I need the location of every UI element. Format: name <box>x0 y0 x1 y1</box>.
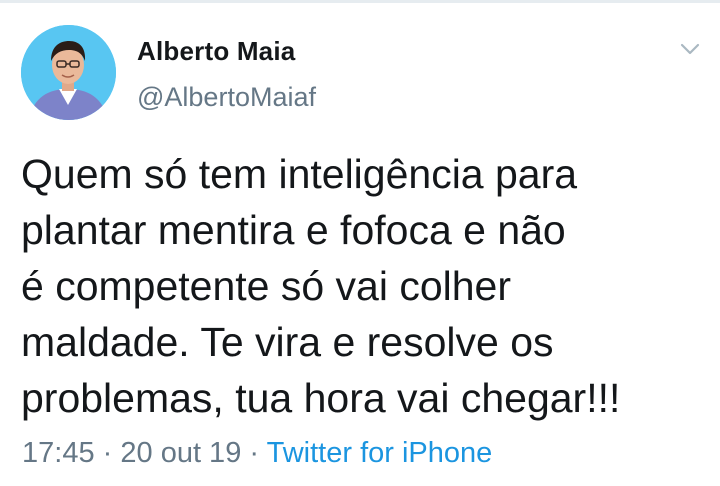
author-handle[interactable]: @AlbertoMaiaf <box>137 82 316 113</box>
author-name[interactable]: Alberto Maia <box>137 36 295 67</box>
tweet-text-line: problemas, tua hora vai chegar!!! <box>21 375 621 421</box>
top-divider <box>0 0 720 3</box>
tweet-text: Quem só tem inteligência para plantar me… <box>21 146 701 426</box>
tweet-time[interactable]: 17:45 <box>22 437 95 469</box>
meta-separator: · <box>249 437 260 469</box>
tweet-text-line: plantar mentira e fofoca e não <box>21 207 566 253</box>
chevron-down-icon[interactable] <box>676 38 704 60</box>
tweet-text-line: Quem só tem inteligência para <box>21 151 578 197</box>
meta-separator: · <box>102 437 113 469</box>
avatar[interactable] <box>21 25 116 120</box>
tweet-metadata: 17:45 · 20 out 19 · Twitter for iPhone <box>22 437 492 470</box>
tweet-source-link[interactable]: Twitter for iPhone <box>267 437 493 469</box>
tweet-date[interactable]: 20 out 19 <box>120 437 241 469</box>
tweet-text-line: maldade. Te vira e resolve os <box>21 319 554 365</box>
profile-photo-icon <box>21 25 116 120</box>
tweet-card: Alberto Maia @AlbertoMaiaf Quem só tem i… <box>0 0 720 486</box>
tweet-text-line: é competente só vai colher <box>21 263 511 309</box>
